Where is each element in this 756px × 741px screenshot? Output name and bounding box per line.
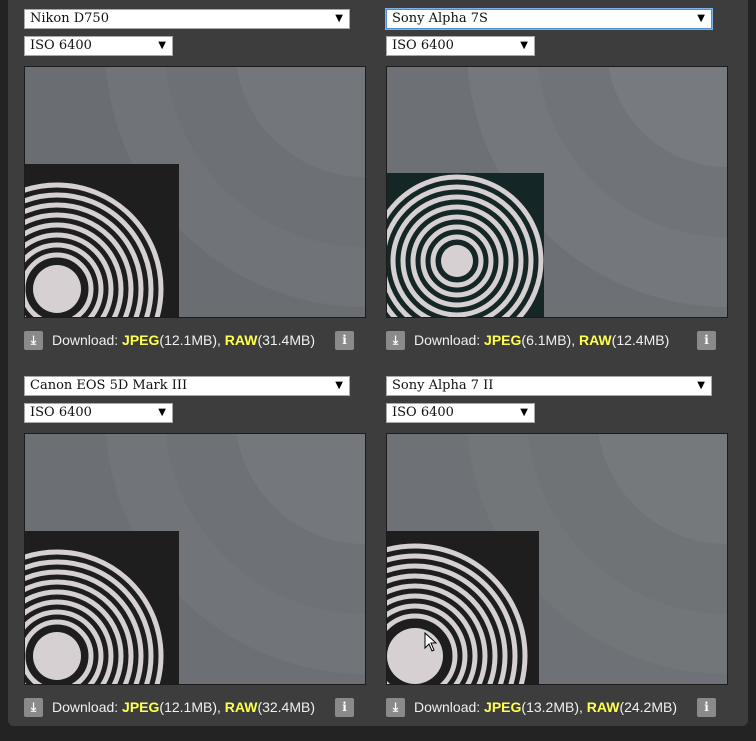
download-icon[interactable]: ⤓	[386, 331, 405, 350]
comparison-panel-3: Canon EOS 5D Mark III ▼ ISO 6400 ▼ ⤓ Dow…	[24, 367, 366, 724]
download-links: Download: JPEG(12.1MB), RAW(32.4MB)	[52, 696, 315, 718]
camera-select-value: Sony Alpha 7S	[392, 11, 488, 26]
iso-select[interactable]: ISO 6400 ▼	[386, 403, 535, 423]
chevron-down-icon: ▼	[158, 40, 166, 51]
comparison-panel-1: Nikon D750 ▼ ISO 6400 ▼ ⤓ Download: JPEG…	[24, 0, 366, 357]
iso-select-value: ISO 6400	[30, 38, 92, 53]
raw-size: (24.2MB)	[619, 699, 678, 715]
jpeg-size: (12.1MB),	[159, 332, 221, 348]
chevron-down-icon: ▼	[158, 407, 166, 418]
info-icon[interactable]: i	[335, 331, 354, 350]
chevron-down-icon: ▼	[335, 13, 343, 24]
camera-select[interactable]: Canon EOS 5D Mark III ▼	[24, 376, 350, 396]
download-links: Download: JPEG(6.1MB), RAW(12.4MB)	[414, 329, 669, 351]
info-icon[interactable]: i	[335, 698, 354, 717]
camera-select-value: Canon EOS 5D Mark III	[30, 378, 188, 393]
camera-select-value: Sony Alpha 7 II	[392, 378, 494, 393]
iso-select[interactable]: ISO 6400 ▼	[386, 36, 535, 56]
iso-select-value: ISO 6400	[392, 405, 454, 420]
raw-link[interactable]: RAW	[579, 332, 612, 348]
raw-size: (31.4MB)	[257, 332, 316, 348]
camera-select[interactable]: Sony Alpha 7S ▼	[386, 9, 712, 29]
jpeg-size: (12.1MB),	[159, 699, 221, 715]
download-row: ⤓ Download: JPEG(13.2MB), RAW(24.2MB) i	[386, 696, 728, 718]
download-icon[interactable]: ⤓	[24, 698, 43, 717]
download-row: ⤓ Download: JPEG(6.1MB), RAW(12.4MB) i	[386, 329, 728, 351]
chevron-down-icon: ▼	[520, 407, 528, 418]
jpeg-size: (6.1MB),	[521, 332, 576, 348]
download-row: ⤓ Download: JPEG(12.1MB), RAW(32.4MB) i	[24, 696, 366, 718]
jpeg-link[interactable]: JPEG	[484, 332, 521, 348]
download-links: Download: JPEG(12.1MB), RAW(31.4MB)	[52, 329, 315, 351]
download-label: Download:	[52, 699, 119, 715]
chevron-down-icon: ▼	[520, 40, 528, 51]
iso-select[interactable]: ISO 6400 ▼	[24, 36, 173, 56]
jpeg-link[interactable]: JPEG	[122, 332, 159, 348]
comparison-panel-4: Sony Alpha 7 II ▼ ISO 6400 ▼ ⤓ Download:…	[386, 367, 728, 724]
download-links: Download: JPEG(13.2MB), RAW(24.2MB)	[414, 696, 677, 718]
download-icon[interactable]: ⤓	[24, 331, 43, 350]
sample-image-viewport[interactable]	[24, 66, 366, 318]
camera-select[interactable]: Sony Alpha 7 II ▼	[386, 376, 712, 396]
download-icon[interactable]: ⤓	[386, 698, 405, 717]
mouse-cursor-icon	[424, 632, 438, 652]
sample-image-viewport[interactable]	[24, 433, 366, 685]
info-icon[interactable]: i	[697, 331, 716, 350]
comparison-frame: Nikon D750 ▼ ISO 6400 ▼ ⤓ Download: JPEG…	[8, 0, 748, 726]
sample-image-viewport[interactable]	[386, 66, 728, 318]
camera-select-value: Nikon D750	[30, 11, 109, 26]
raw-size: (12.4MB)	[611, 332, 670, 348]
raw-link[interactable]: RAW	[587, 699, 620, 715]
jpeg-link[interactable]: JPEG	[122, 699, 159, 715]
info-icon[interactable]: i	[697, 698, 716, 717]
download-row: ⤓ Download: JPEG(12.1MB), RAW(31.4MB) i	[24, 329, 366, 351]
raw-size: (32.4MB)	[257, 699, 316, 715]
chevron-down-icon: ▼	[335, 380, 343, 391]
jpeg-size: (13.2MB),	[521, 699, 583, 715]
iso-select-value: ISO 6400	[392, 38, 454, 53]
camera-select[interactable]: Nikon D750 ▼	[24, 9, 350, 29]
comparison-panel-2: Sony Alpha 7S ▼ ISO 6400 ▼ ⤓ Download: J…	[386, 0, 728, 357]
chevron-down-icon: ▼	[697, 13, 705, 24]
chevron-down-icon: ▼	[697, 380, 705, 391]
raw-link[interactable]: RAW	[225, 699, 258, 715]
raw-link[interactable]: RAW	[225, 332, 258, 348]
download-label: Download:	[52, 332, 119, 348]
download-label: Download:	[414, 332, 481, 348]
download-label: Download:	[414, 699, 481, 715]
iso-select[interactable]: ISO 6400 ▼	[24, 403, 173, 423]
iso-select-value: ISO 6400	[30, 405, 92, 420]
jpeg-link[interactable]: JPEG	[484, 699, 521, 715]
